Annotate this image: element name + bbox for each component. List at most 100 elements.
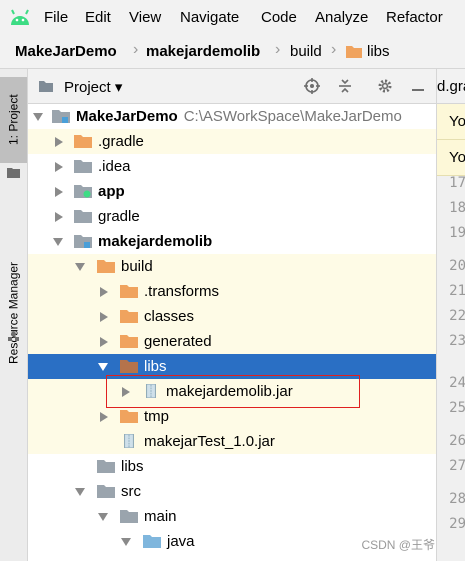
line-number: 20 — [449, 258, 465, 274]
line-number: 19 — [449, 225, 465, 241]
folder-icon — [346, 46, 362, 58]
breadcrumb-separator-icon: › — [331, 41, 337, 58]
breadcrumb-separator-icon: › — [275, 41, 281, 58]
source-folder-icon — [143, 535, 161, 548]
tree-item-libs[interactable]: libs — [28, 454, 436, 479]
menu-navigate[interactable]: Navigate — [180, 9, 239, 26]
tab-project-label: 1: Project — [6, 94, 21, 146]
tree-label: makejardemolib — [98, 233, 213, 250]
project-view-selector[interactable]: Project ▾ — [64, 78, 122, 96]
editor-notification-banner: Yo — [437, 140, 465, 176]
tree-item-idea[interactable]: .idea — [28, 154, 436, 179]
highlight-annotation-box — [106, 375, 360, 408]
folder-icon — [120, 310, 138, 323]
tree-label: .transforms — [144, 283, 220, 300]
breadcrumb-separator-icon: › — [133, 41, 139, 58]
project-view-label: Project — [64, 79, 111, 96]
menu-code[interactable]: Code — [261, 9, 297, 26]
tree-item-build[interactable]: build — [28, 254, 436, 279]
tree-item-gradle-dir[interactable]: .gradle — [28, 129, 436, 154]
folder-icon — [97, 460, 115, 473]
hide-minimize-icon[interactable] — [410, 78, 426, 94]
tree-item-makejardemolib[interactable]: makejardemolib — [28, 229, 436, 254]
tree-label: main — [144, 508, 177, 525]
watermark: CSDN @王爷 — [361, 538, 435, 552]
folder-icon — [39, 81, 53, 92]
tree-item-gradle[interactable]: gradle — [28, 204, 436, 229]
tree-item-makejardemo[interactable]: MakeJarDemo C:\ASWorkSpace\MakeJarDemo — [28, 104, 436, 129]
editor-notification-banner: Yo — [437, 104, 465, 140]
tree-item-app[interactable]: app — [28, 179, 436, 204]
android-module-folder-icon — [74, 185, 92, 198]
editor-tab[interactable]: d.gra — [437, 78, 465, 95]
banner-text: Yo — [449, 149, 465, 166]
line-number: 22 — [449, 308, 465, 324]
tab-resource-manager[interactable]: Resource Manager — [0, 239, 27, 387]
line-number: 24 — [449, 375, 465, 391]
menu-file[interactable]: File — [44, 9, 68, 26]
project-panel: Project ▾ MakeJarDemo C:\ASWorkSpace\Make… — [28, 69, 436, 561]
folder-icon — [74, 210, 92, 223]
tree-label: .gradle — [98, 133, 144, 150]
line-number: 21 — [449, 283, 465, 299]
locate-target-icon[interactable] — [304, 78, 320, 94]
module-folder-icon — [74, 235, 92, 248]
project-panel-header: Project ▾ — [28, 69, 436, 104]
line-number: 27 — [449, 458, 465, 474]
tree-item-transforms[interactable]: .transforms — [28, 279, 436, 304]
tree-label: libs — [121, 458, 144, 475]
banner-text: Yo — [449, 113, 465, 130]
line-number: 28 — [449, 491, 465, 507]
module-folder-icon — [52, 110, 70, 123]
line-number: 18 — [449, 200, 465, 216]
tree-label: build — [121, 258, 153, 275]
folder-icon — [97, 485, 115, 498]
tree-label: makejarTest_1.0.jar — [144, 433, 275, 450]
editor-tab-strip: d.gra — [437, 69, 465, 104]
menu-edit[interactable]: Edit — [85, 9, 111, 26]
tree-label: gradle — [98, 208, 140, 225]
folder-icon — [120, 285, 138, 298]
tree-label: classes — [144, 308, 195, 325]
folder-icon — [120, 410, 138, 423]
line-number: 17 — [449, 175, 465, 191]
breadcrumb: MakeJarDemo › makejardemolib › build › l… — [0, 36, 465, 69]
line-number: 26 — [449, 433, 465, 449]
folder-icon — [120, 335, 138, 348]
android-studio-logo-icon — [11, 9, 29, 25]
folder-icon — [7, 168, 20, 178]
tree-item-main[interactable]: main — [28, 504, 436, 529]
folder-icon — [74, 135, 92, 148]
breadcrumb-project[interactable]: MakeJarDemo — [15, 43, 117, 60]
tree-label: MakeJarDemo — [76, 108, 178, 125]
tree-item-generated[interactable]: generated — [28, 329, 436, 354]
line-number: 29 — [449, 516, 465, 532]
tree-item-src[interactable]: src — [28, 479, 436, 504]
tab-project-tool[interactable]: 1: Project — [0, 77, 27, 163]
folder-icon — [120, 360, 138, 373]
left-tool-strip: 1: Project Resource Manager — [0, 69, 28, 561]
breadcrumb-libs[interactable]: libs — [367, 43, 390, 60]
tree-label: src — [121, 483, 141, 500]
breadcrumb-build[interactable]: build — [290, 43, 322, 60]
breadcrumb-module[interactable]: makejardemolib — [146, 43, 260, 60]
menu-refactor[interactable]: Refactor — [386, 9, 443, 26]
folder-icon — [120, 510, 138, 523]
tree-item-classes[interactable]: classes — [28, 304, 436, 329]
tree-label: .idea — [98, 158, 131, 175]
menu-analyze[interactable]: Analyze — [315, 9, 368, 26]
tree-label: app — [98, 183, 125, 200]
menu-bar: File Edit View Navigate Code Analyze Ref… — [0, 0, 465, 36]
chevron-down-icon: ▾ — [114, 79, 123, 96]
gear-icon[interactable] — [377, 78, 393, 94]
line-number: 23 — [449, 333, 465, 349]
collapse-all-icon[interactable] — [337, 78, 353, 94]
menu-view[interactable]: View — [129, 9, 161, 26]
tree-path: C:\ASWorkSpace\MakeJarDemo — [183, 108, 402, 125]
jar-file-icon — [124, 434, 134, 448]
tree-label: generated — [144, 333, 212, 350]
tab-resource-manager-label: Resource Manager — [6, 261, 21, 365]
editor-area: d.gra Yo Yo 17 18 19 20 21 22 23 24 25 2… — [436, 69, 465, 561]
tree-item-makejartest-jar[interactable]: makejarTest_1.0.jar — [28, 429, 436, 454]
tree-label: java — [167, 533, 195, 550]
